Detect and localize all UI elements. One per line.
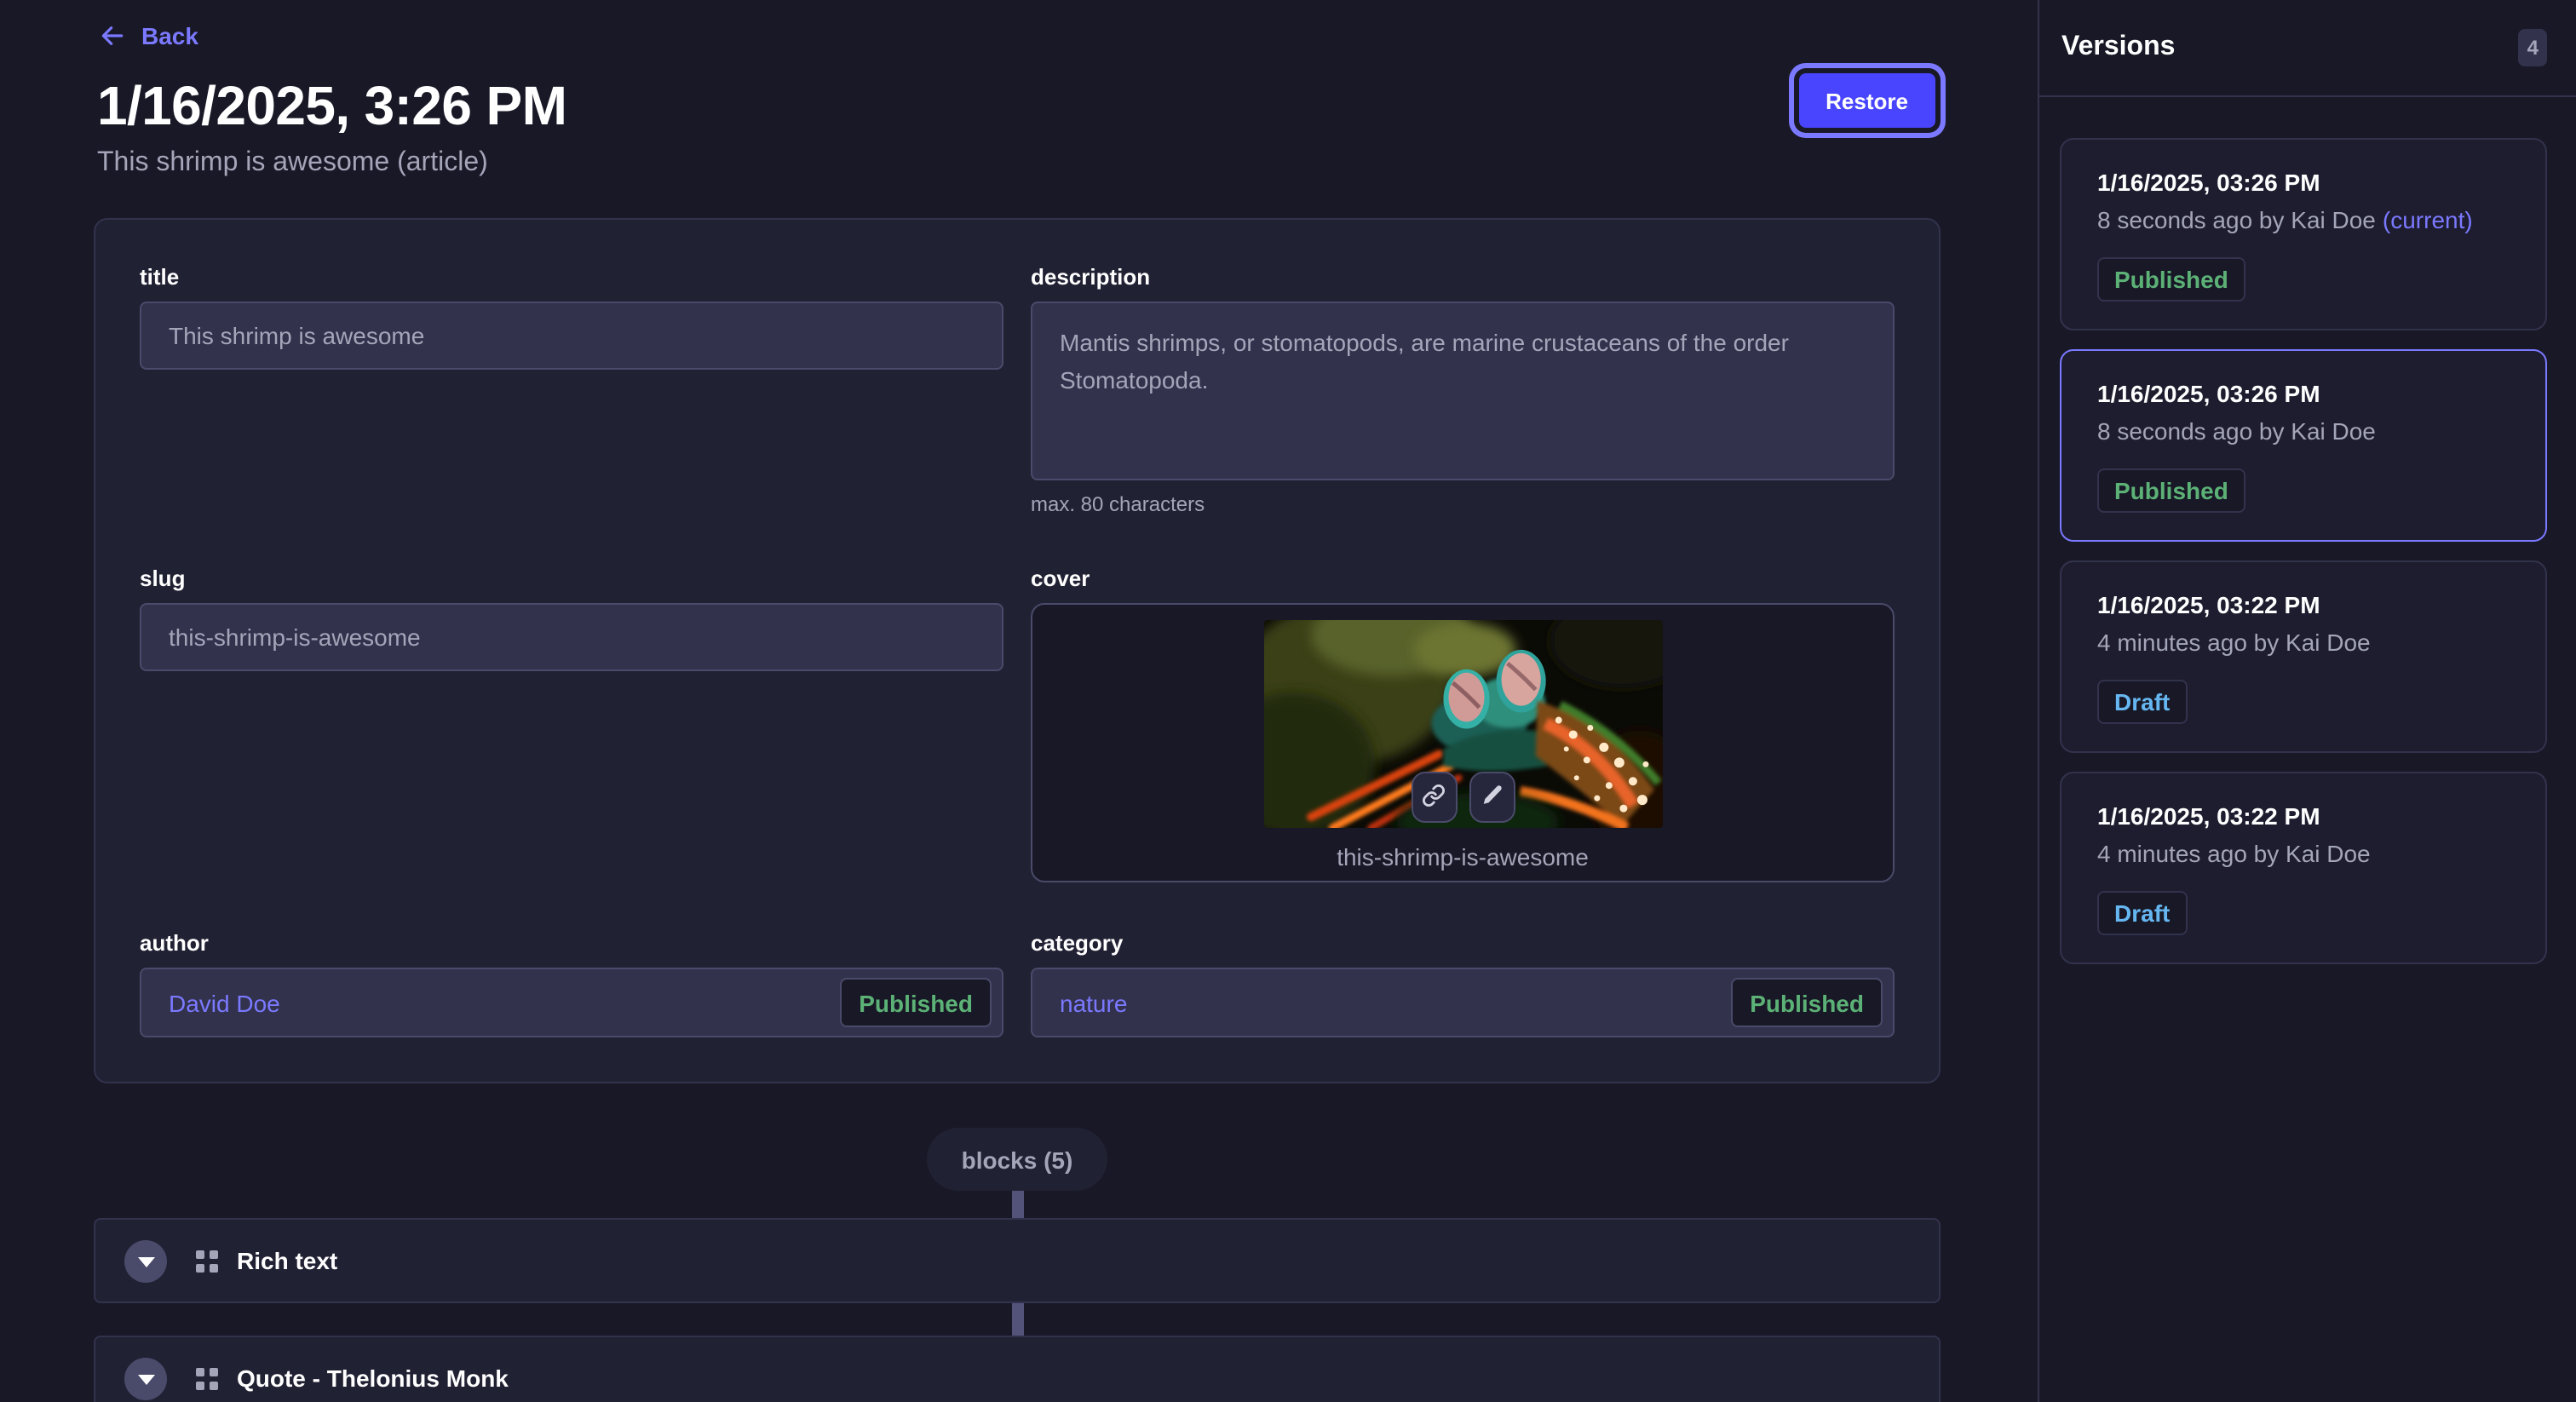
drag-handle-icon[interactable] xyxy=(196,1250,218,1272)
blocks-section: blocks (5) Rich text Quote - Th xyxy=(94,1128,1941,1402)
version-card-selected[interactable]: 1/16/2025, 03:26 PM 8 seconds ago by Kai… xyxy=(2060,349,2547,542)
blocks-connector xyxy=(1011,1191,1023,1218)
link-icon xyxy=(1422,783,1446,812)
page-title: 1/16/2025, 3:26 PM xyxy=(97,73,2038,138)
field-description: description Mantis shrimps, or stomatopo… xyxy=(1031,264,1895,518)
block-accordion-quote[interactable]: Quote - Thelonius Monk xyxy=(94,1336,1941,1402)
chevron-down-icon xyxy=(137,1375,154,1385)
copy-link-button[interactable] xyxy=(1411,772,1457,823)
drag-handle-icon[interactable] xyxy=(196,1367,218,1389)
author-status-badge: Published xyxy=(840,978,992,1027)
back-label: Back xyxy=(141,22,198,49)
version-card[interactable]: 1/16/2025, 03:22 PM 4 minutes ago by Kai… xyxy=(2060,772,2547,964)
field-category: category nature Published xyxy=(1031,930,1895,1037)
description-hint: max. 80 characters xyxy=(1031,491,1895,518)
block-title: Rich text xyxy=(237,1247,337,1274)
field-cover: cover xyxy=(1031,566,1895,882)
version-status-badge: Draft xyxy=(2097,680,2187,724)
version-card[interactable]: 1/16/2025, 03:22 PM 4 minutes ago by Kai… xyxy=(2060,560,2547,753)
version-date: 1/16/2025, 03:26 PM xyxy=(2097,165,2510,199)
cover-actions xyxy=(1411,772,1515,823)
category-status-badge: Published xyxy=(1731,978,1883,1027)
slug-label: slug xyxy=(140,566,1003,593)
back-link[interactable]: Back xyxy=(99,22,198,49)
accordion-toggle-button[interactable] xyxy=(124,1357,167,1399)
field-author: author David Doe Published xyxy=(140,930,1003,1037)
version-date: 1/16/2025, 03:22 PM xyxy=(2097,588,2510,622)
category-link[interactable]: nature xyxy=(1060,989,1127,1016)
field-slug: slug xyxy=(140,566,1003,671)
main-content: Back 1/16/2025, 3:26 PM This shrimp is a… xyxy=(0,0,2038,1402)
cover-label: cover xyxy=(1031,566,1895,593)
description-textarea[interactable]: Mantis shrimps, or stomatopods, are mari… xyxy=(1031,302,1895,480)
versions-header: Versions 4 xyxy=(2039,0,2576,97)
chevron-down-icon xyxy=(137,1257,154,1267)
author-link[interactable]: David Doe xyxy=(169,989,280,1016)
cover-caption: this-shrimp-is-awesome xyxy=(1337,843,1589,871)
version-status-badge: Published xyxy=(2097,468,2245,513)
version-meta: 8 seconds ago by Kai Doe(current) xyxy=(2097,204,2510,237)
page: Back 1/16/2025, 3:26 PM This shrimp is a… xyxy=(0,0,2576,1402)
cover-box: this-shrimp-is-awesome xyxy=(1031,603,1895,882)
version-meta: 8 seconds ago by Kai Doe xyxy=(2097,416,2510,448)
version-date: 1/16/2025, 03:22 PM xyxy=(2097,799,2510,833)
pencil-icon xyxy=(1481,784,1503,811)
description-label: description xyxy=(1031,264,1895,291)
version-status-badge: Draft xyxy=(2097,891,2187,935)
category-label: category xyxy=(1031,930,1895,957)
versions-title: Versions xyxy=(2061,32,2175,63)
block-accordion-rich-text[interactable]: Rich text xyxy=(94,1218,1941,1303)
blocks-connector xyxy=(1011,1303,1023,1336)
title-input[interactable] xyxy=(140,302,1003,370)
category-relation-box: nature Published xyxy=(1031,968,1895,1037)
title-label: title xyxy=(140,264,1003,291)
version-date: 1/16/2025, 03:26 PM xyxy=(2097,376,2510,411)
slug-input[interactable] xyxy=(140,603,1003,671)
current-version-label: (current) xyxy=(2383,206,2473,233)
author-relation-box: David Doe Published xyxy=(140,968,1003,1037)
back-arrow-icon xyxy=(99,22,126,49)
accordion-toggle-button[interactable] xyxy=(124,1239,167,1282)
version-card[interactable]: 1/16/2025, 03:26 PM 8 seconds ago by Kai… xyxy=(2060,138,2547,330)
version-list: 1/16/2025, 03:26 PM 8 seconds ago by Kai… xyxy=(2039,97,2576,991)
field-title: title xyxy=(140,264,1003,370)
edit-cover-button[interactable] xyxy=(1469,772,1515,823)
version-form-card: title description Mantis shrimps, or sto… xyxy=(94,218,1941,1083)
version-meta: 4 minutes ago by Kai Doe xyxy=(2097,627,2510,659)
restore-button[interactable]: Restore xyxy=(1798,73,1935,128)
versions-sidebar: Versions 4 1/16/2025, 03:26 PM 8 seconds… xyxy=(2038,0,2576,1402)
version-status-badge: Published xyxy=(2097,257,2245,302)
versions-count-badge: 4 xyxy=(2519,29,2547,66)
blocks-count-pill: blocks (5) xyxy=(928,1128,1107,1191)
page-subtitle: This shrimp is awesome (article) xyxy=(97,147,2038,181)
version-meta: 4 minutes ago by Kai Doe xyxy=(2097,838,2510,871)
author-label: author xyxy=(140,930,1003,957)
block-title: Quote - Thelonius Monk xyxy=(237,1365,509,1392)
